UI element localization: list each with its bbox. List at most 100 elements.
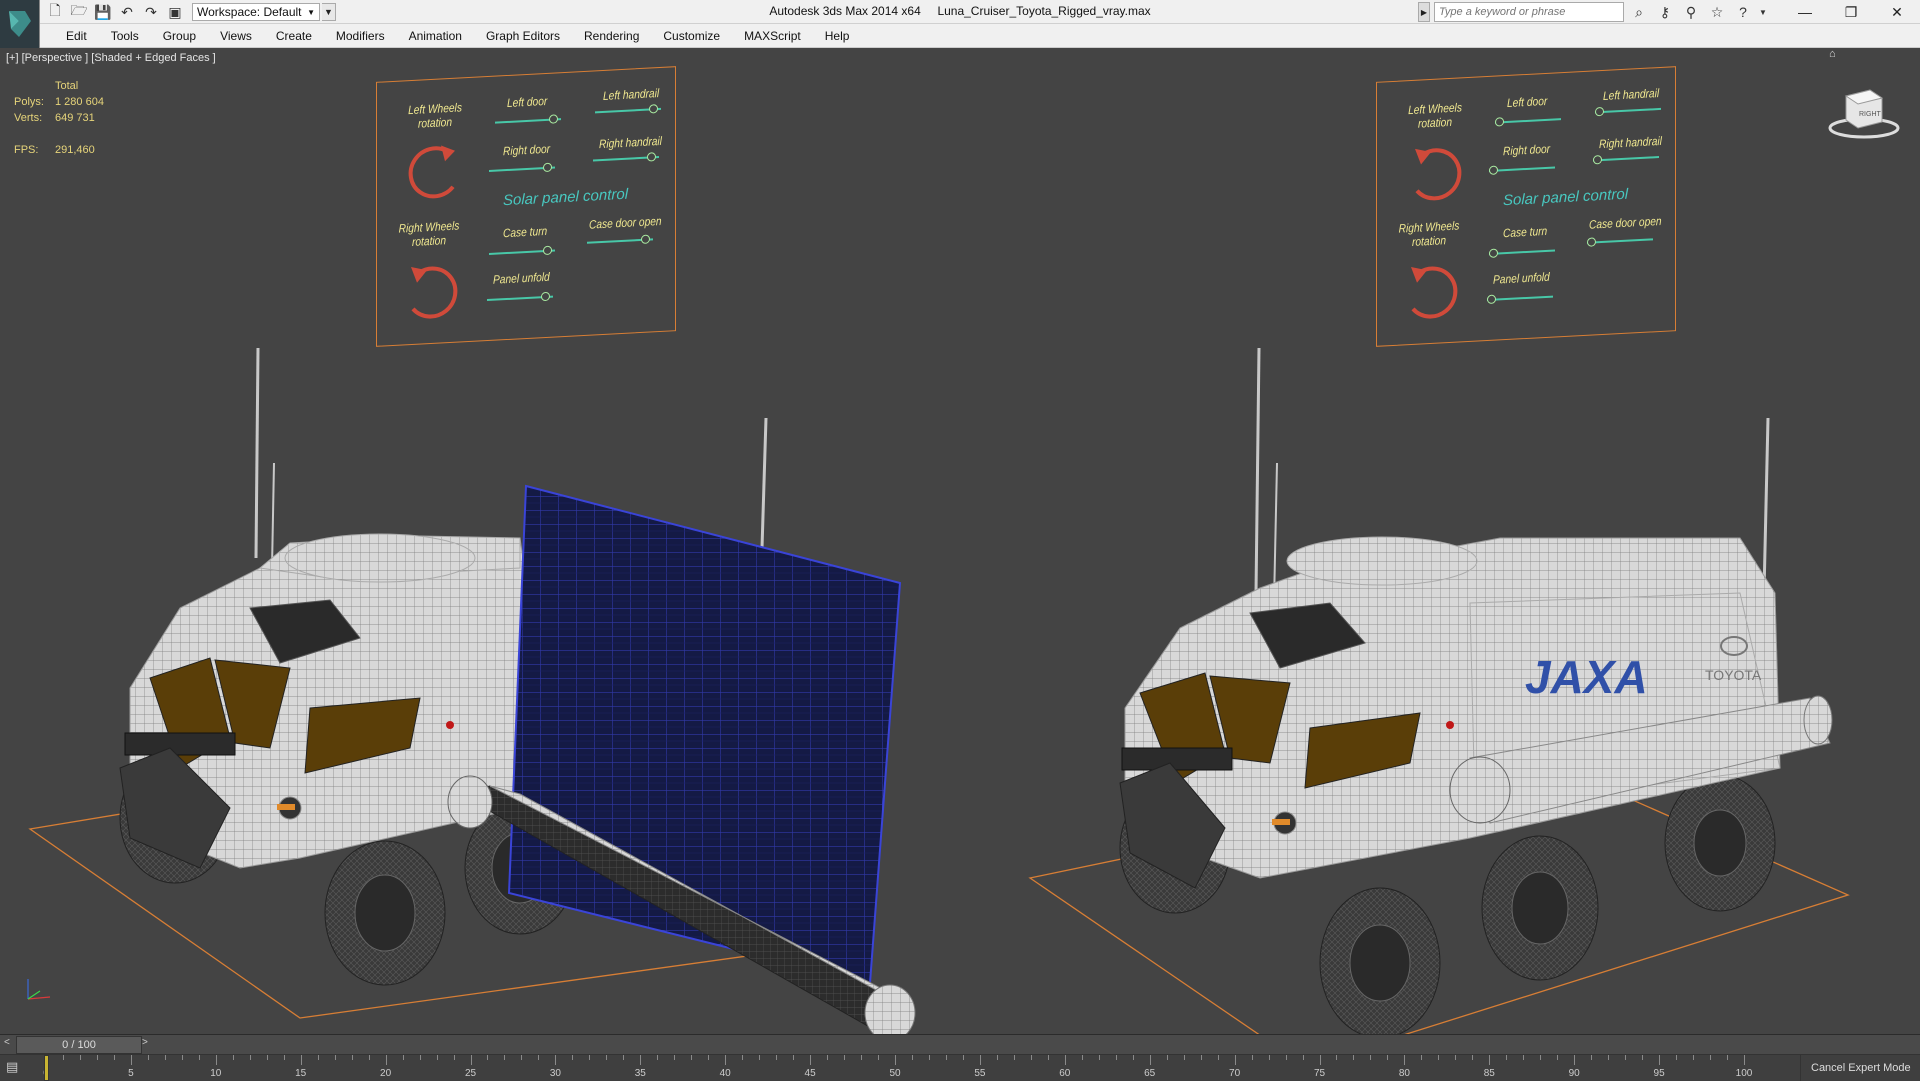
case-turn-slider-knob[interactable] xyxy=(543,245,553,256)
left-handrail-slider[interactable] xyxy=(1595,106,1661,117)
case-turn-slider[interactable] xyxy=(1489,248,1555,258)
panel-unfold-slider[interactable] xyxy=(1487,294,1553,305)
cp-left-handrail-label: Left handrail xyxy=(603,86,660,103)
subscription-key-icon[interactable]: ⚷ xyxy=(1654,2,1676,22)
favorites-star-icon[interactable]: ☆ xyxy=(1706,2,1728,22)
time-slider-prev-icon[interactable]: < xyxy=(4,1037,16,1053)
case-turn-slider-knob[interactable] xyxy=(1489,248,1498,258)
panel-unfold-slider[interactable] xyxy=(487,291,553,302)
perspective-viewport[interactable]: JAXA TOYOTA [+] [Perspective ] [Shaded +… xyxy=(0,48,1920,1034)
communication-center-icon[interactable]: ⚲ xyxy=(1680,2,1702,22)
left-door-slider-knob[interactable] xyxy=(549,114,559,124)
search-input[interactable] xyxy=(1434,2,1624,22)
time-cursor[interactable] xyxy=(44,1055,49,1081)
frame-tick xyxy=(1506,1055,1508,1060)
cp-left-wheels-label: Left Wheels rotation xyxy=(408,100,462,131)
right-handrail-slider[interactable] xyxy=(593,152,659,162)
workspace-menu-arrow[interactable]: ▼ xyxy=(322,3,336,21)
right-door-slider-knob[interactable] xyxy=(1489,165,1498,175)
left-door-slider[interactable] xyxy=(1495,117,1561,127)
help-icon[interactable]: ? xyxy=(1732,2,1754,22)
right-rover-model[interactable]: JAXA TOYOTA xyxy=(1028,347,1850,1034)
frame-tick xyxy=(1183,1055,1185,1060)
left-rover-model[interactable] xyxy=(28,347,916,1034)
frame-tick xyxy=(62,1055,64,1060)
left-wheels-rotate-icon[interactable] xyxy=(407,140,463,207)
panel-unfold-slider-knob[interactable] xyxy=(541,291,551,302)
time-slider-thumb[interactable]: 0 / 100 xyxy=(16,1036,142,1054)
panel-unfold-slider-knob[interactable] xyxy=(1487,294,1496,305)
left-control-panel: Left Wheels rotation Right Wheels rotati… xyxy=(376,66,676,347)
case-door-open-slider-knob[interactable] xyxy=(641,234,651,244)
menu-tools[interactable]: Tools xyxy=(99,24,151,48)
right-door-slider-knob[interactable] xyxy=(543,162,553,173)
frame-tick xyxy=(538,1055,540,1060)
restore-button[interactable]: ❐ xyxy=(1828,0,1874,24)
frame-tick xyxy=(1421,1055,1423,1060)
left-wheels-rotate-icon[interactable] xyxy=(1407,140,1463,207)
right-door-slider[interactable] xyxy=(1489,165,1555,175)
right-door-slider[interactable] xyxy=(489,162,555,173)
menu-views[interactable]: Views xyxy=(208,24,264,48)
menu-maxscript[interactable]: MAXScript xyxy=(732,24,813,48)
home-icon[interactable]: ⌂ xyxy=(1829,48,1836,60)
menu-modifiers[interactable]: Modifiers xyxy=(324,24,397,48)
frame-tick xyxy=(878,1055,880,1060)
right-wheels-rotate-icon[interactable] xyxy=(403,259,459,326)
minimize-button[interactable]: — xyxy=(1782,0,1828,24)
frame-tick xyxy=(1591,1055,1593,1060)
open-file-icon[interactable]: 🗁 xyxy=(68,2,90,22)
frame-tick xyxy=(895,1055,896,1065)
right-handrail-slider-knob[interactable] xyxy=(1593,155,1602,165)
left-door-slider[interactable] xyxy=(495,114,561,124)
frame-tick xyxy=(657,1055,659,1060)
project-folder-icon[interactable]: ▣ xyxy=(164,2,186,22)
menu-help[interactable]: Help xyxy=(813,24,862,48)
cancel-expert-mode-button[interactable]: Cancel Expert Mode xyxy=(1800,1055,1920,1081)
viewport-label[interactable]: [+] [Perspective ] [Shaded + Edged Faces… xyxy=(6,52,216,64)
chevron-down-icon[interactable]: ▼ xyxy=(1758,2,1768,22)
right-handrail-slider-knob[interactable] xyxy=(647,152,657,162)
menu-animation[interactable]: Animation xyxy=(397,24,474,48)
cp-case-door-open-label: Case door open xyxy=(589,213,662,232)
workspace-dropdown[interactable]: Workspace: Default ▼ xyxy=(192,3,320,21)
app-logo-icon[interactable] xyxy=(0,0,40,48)
collapse-search-icon[interactable]: ▶ xyxy=(1418,2,1430,22)
case-turn-slider[interactable] xyxy=(489,245,555,256)
cp-left-wheels-label: Left Wheels rotation xyxy=(1408,100,1462,131)
frame-tick xyxy=(1642,1055,1644,1060)
cp-case-door-open-label: Case door open xyxy=(1589,213,1662,232)
cp-right-door-label: Right door xyxy=(1503,141,1551,159)
frame-tick xyxy=(1710,1055,1712,1060)
left-door-slider-knob[interactable] xyxy=(1495,117,1504,127)
menu-rendering[interactable]: Rendering xyxy=(572,24,651,48)
frame-tick xyxy=(793,1055,795,1060)
frame-tick xyxy=(385,1055,387,1065)
binoculars-icon[interactable]: ⌕ xyxy=(1628,2,1650,22)
undo-icon[interactable]: ↶ xyxy=(116,2,138,22)
case-door-open-slider-knob[interactable] xyxy=(1587,237,1596,247)
mini-curve-editor-icon[interactable]: ▤ xyxy=(6,1059,36,1077)
track-bar[interactable]: ▤ 05101520253035404550556065707580859095… xyxy=(0,1055,1920,1081)
time-slider[interactable]: < 0 / 100 > xyxy=(0,1035,1920,1055)
redo-icon[interactable]: ↷ xyxy=(140,2,162,22)
left-handrail-slider-knob[interactable] xyxy=(1595,106,1604,117)
left-handrail-slider-knob[interactable] xyxy=(649,104,659,114)
left-handrail-slider[interactable] xyxy=(595,104,661,114)
menu-group[interactable]: Group xyxy=(151,24,208,48)
menu-customize[interactable]: Customize xyxy=(651,24,732,48)
right-wheels-rotate-icon[interactable] xyxy=(1403,259,1459,326)
close-button[interactable]: ✕ xyxy=(1874,0,1920,24)
frame-tick xyxy=(351,1055,353,1060)
menu-graph-editors[interactable]: Graph Editors xyxy=(474,24,572,48)
save-file-icon[interactable]: 💾 xyxy=(92,2,114,22)
right-handrail-slider[interactable] xyxy=(1593,155,1659,165)
case-door-open-slider[interactable] xyxy=(1587,237,1653,247)
case-door-open-slider[interactable] xyxy=(587,234,653,244)
menu-create[interactable]: Create xyxy=(264,24,324,48)
viewcube[interactable]: RIGHT xyxy=(1826,80,1902,140)
frame-tick xyxy=(1166,1055,1168,1060)
menu-edit[interactable]: Edit xyxy=(54,24,99,48)
time-slider-next-icon[interactable]: > xyxy=(142,1037,154,1053)
new-file-icon[interactable]: 🗋 xyxy=(44,2,66,22)
